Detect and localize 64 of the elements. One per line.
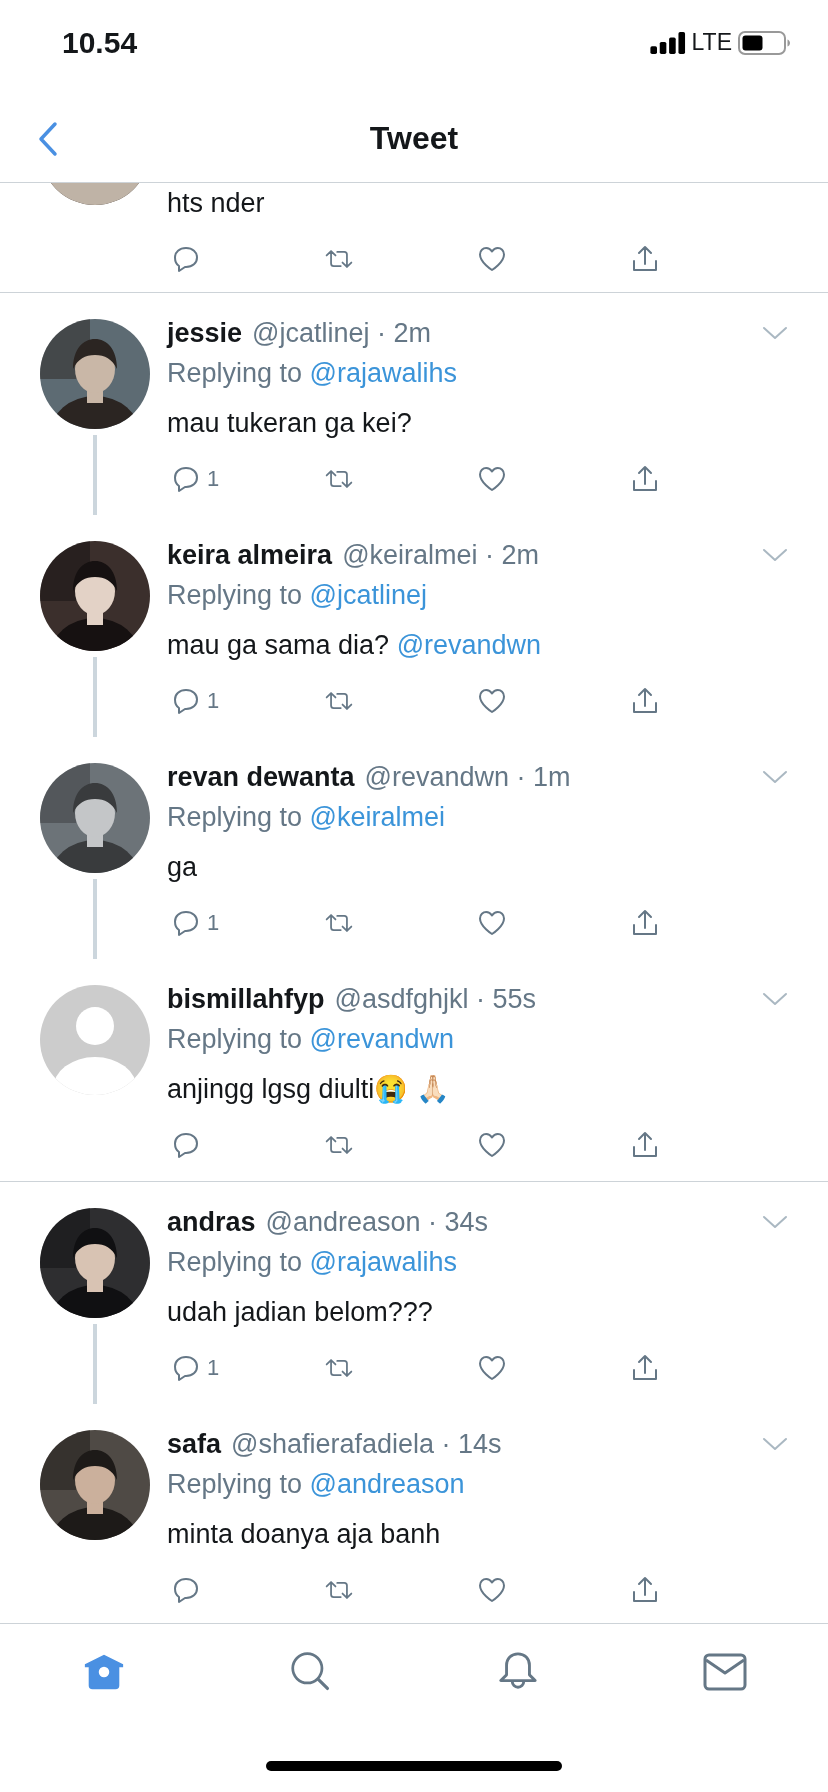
user-handle-time: @revandwn · 1m: [364, 761, 571, 793]
tweet-text: mau tukeran ga kei?: [167, 407, 413, 440]
share-icon[interactable]: [630, 464, 660, 494]
share-icon[interactable]: [630, 1353, 660, 1383]
replying-to-text: Replying to @rajawalihs: [167, 357, 459, 390]
mention-link[interactable]: @andreason: [309, 1469, 465, 1499]
tweet-text: udah jadian belom???: [167, 1296, 434, 1329]
share-icon[interactable]: [630, 244, 660, 274]
heart-icon[interactable]: [477, 244, 507, 274]
mention-link[interactable]: @jcatlinej: [309, 580, 428, 610]
tweet-text: ga: [167, 851, 199, 884]
tweet-text: minta doanya aja banh: [167, 1518, 442, 1551]
reply-icon[interactable]: [171, 1353, 201, 1383]
reply-icon[interactable]: [171, 464, 201, 494]
reply-count: 1: [207, 688, 220, 714]
heart-icon[interactable]: [477, 908, 507, 938]
back-icon[interactable]: [37, 121, 59, 157]
user-handle-time: @keiralmei · 2m: [342, 539, 540, 571]
user-handle-time: @jcatlinej · 2m: [252, 317, 432, 349]
user-name[interactable]: keira almeira: [167, 539, 333, 571]
mention-link[interactable]: @rajawalihs: [309, 358, 458, 388]
reply-icon[interactable]: [171, 686, 201, 716]
heart-icon[interactable]: [477, 686, 507, 716]
reply-icon[interactable]: [171, 1575, 201, 1605]
share-icon[interactable]: [630, 1130, 660, 1160]
heart-icon[interactable]: [477, 1575, 507, 1605]
network-label: LTE: [691, 29, 732, 56]
user-name[interactable]: safa: [167, 1428, 222, 1460]
mail-icon: [702, 1651, 747, 1693]
user-name[interactable]: bismillahfyp: [167, 983, 325, 1015]
user-handle-time: @asdfghjkl · 55s: [334, 983, 537, 1015]
replying-to-text: Replying to @keiralmei: [167, 801, 447, 834]
user-name[interactable]: revan dewanta: [167, 761, 355, 793]
share-icon[interactable]: [630, 1575, 660, 1605]
page-title: Tweet: [369, 120, 459, 157]
share-icon[interactable]: [630, 908, 660, 938]
reply-icon[interactable]: [171, 908, 201, 938]
user-name[interactable]: jessie: [167, 317, 243, 349]
tweet-text: hts nder: [167, 187, 266, 220]
mention-link[interactable]: @keiralmei: [309, 802, 446, 832]
mention-link[interactable]: @revandwn: [396, 630, 542, 660]
battery-icon: [738, 30, 790, 55]
reply-count: 1: [207, 910, 220, 936]
heart-icon[interactable]: [477, 1130, 507, 1160]
user-handle-time: @shafierafadiela · 14s: [231, 1428, 502, 1460]
reply-count: 1: [207, 1355, 220, 1381]
tweet-text: mau ga sama dia? @revandwn: [167, 629, 543, 662]
user-name[interactable]: andras: [167, 1206, 256, 1238]
reply-icon[interactable]: [171, 244, 201, 274]
reply-count: 1: [207, 466, 220, 492]
mention-link[interactable]: @revandwn: [309, 1024, 455, 1054]
user-handle-time: @andreason · 34s: [265, 1206, 489, 1238]
replying-to-text: Replying to @revandwn: [167, 1023, 456, 1056]
reply-icon[interactable]: [171, 1130, 201, 1160]
tweet-text: anjingg lgsg diulti😭 🙏🏻: [167, 1073, 451, 1106]
mention-link[interactable]: @rajawalihs: [309, 1247, 458, 1277]
heart-icon[interactable]: [477, 1353, 507, 1383]
signal-icon: [649, 31, 686, 54]
replying-to-text: Replying to @andreason: [167, 1468, 466, 1501]
status-time: 10.54: [62, 25, 138, 60]
share-icon[interactable]: [630, 686, 660, 716]
heart-icon[interactable]: [477, 464, 507, 494]
replying-to-text: Replying to @jcatlinej: [167, 579, 429, 612]
replying-to-text: Replying to @rajawalihs: [167, 1246, 459, 1279]
